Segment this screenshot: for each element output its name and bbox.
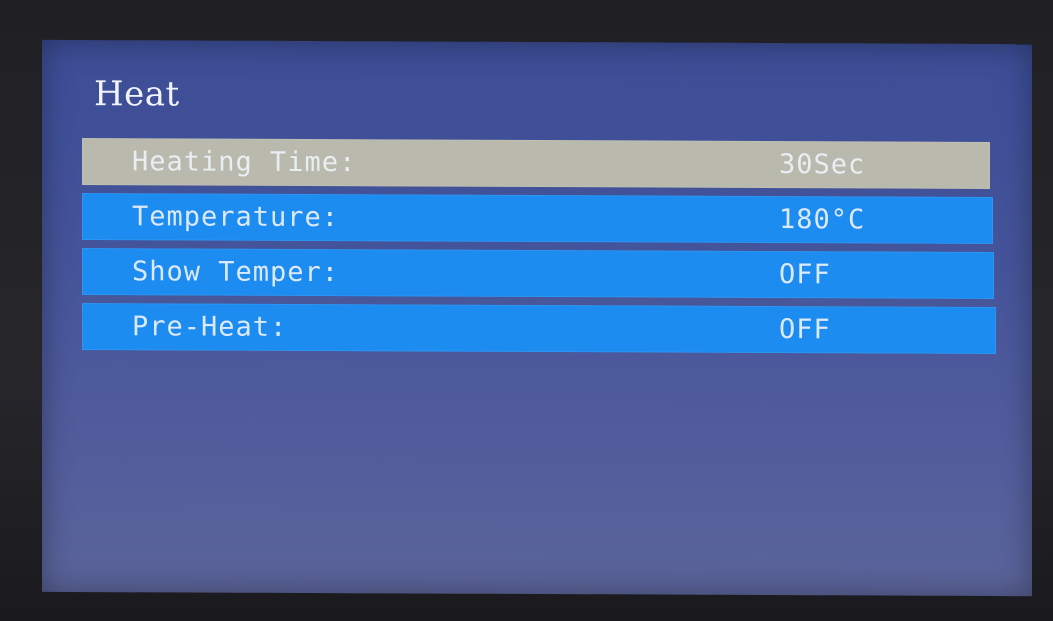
menu-item-label: Pre-Heat: <box>132 311 288 343</box>
menu-item-heating-time[interactable]: Heating Time: 30Sec <box>82 138 990 189</box>
menu-item-temperature[interactable]: Temperature: 180°C <box>82 193 993 244</box>
menu-item-label: Heating Time: <box>132 146 357 179</box>
settings-menu: Heating Time: 30Sec Temperature: 180°C S… <box>82 138 996 362</box>
menu-item-value: 30Sec <box>779 149 866 181</box>
menu-item-label: Show Temper: <box>132 256 340 289</box>
lcd-screen: Heat Heating Time: 30Sec Temperature: 18… <box>42 39 1032 597</box>
menu-item-value: OFF <box>779 314 831 346</box>
menu-item-label: Temperature: <box>132 201 340 234</box>
menu-item-pre-heat[interactable]: Pre-Heat: OFF <box>82 303 996 355</box>
device-bezel: Heat Heating Time: 30Sec Temperature: 18… <box>0 0 1053 621</box>
menu-item-value: 180°C <box>779 204 866 236</box>
page-title: Heat <box>94 74 180 115</box>
menu-item-value: OFF <box>779 259 831 291</box>
menu-item-show-temper[interactable]: Show Temper: OFF <box>82 248 994 299</box>
